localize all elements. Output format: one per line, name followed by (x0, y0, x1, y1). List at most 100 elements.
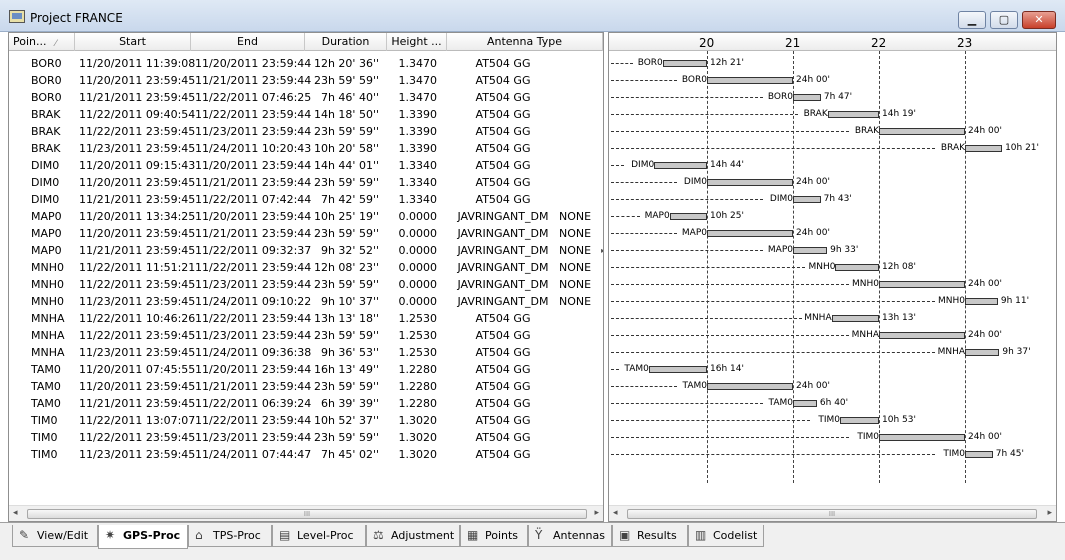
cell-radome: NONE (559, 210, 592, 223)
table-row[interactable]: TAM0 11/20/2011 07:45:55 11/20/2011 23:59:… (9, 361, 599, 378)
table-row[interactable]: DIM0 11/20/2011 23:59:45 11/21/2011 23:59:… (9, 174, 599, 191)
timeline-session-bar[interactable] (835, 264, 879, 271)
scroll-right-arrow-icon[interactable]: ▸ (594, 508, 599, 518)
tab-codelist[interactable]: ▥ Codelist (688, 525, 764, 547)
timeline-session-bar[interactable] (831, 315, 879, 322)
timeline-point-label: MNH0 (938, 296, 965, 306)
timeline-session-bar[interactable] (707, 77, 793, 84)
table-row[interactable]: DIM0 11/21/2011 23:59:45 11/22/2011 07:42:… (9, 191, 599, 208)
table-row[interactable]: BOR0 11/21/2011 23:59:45 11/22/2011 07:46:… (9, 89, 599, 106)
table-row[interactable]: BOR0 11/20/2011 11:39:08 11/20/2011 23:59:… (9, 55, 599, 72)
timeline-horizontal-scrollbar[interactable]: ◂ III ▸ (609, 505, 1056, 521)
maximize-button[interactable]: ▢ (990, 11, 1018, 29)
cell-height: 1.3470 (398, 74, 438, 87)
cell-radome (559, 378, 597, 395)
timeline-scroll-left-arrow-icon[interactable]: ◂ (613, 508, 618, 518)
cell-end: 11/23/2011 23:59:44 (195, 125, 312, 138)
timeline-session-bar[interactable] (879, 281, 965, 288)
timeline-day-gridline (965, 51, 966, 483)
column-header-antenna-type[interactable]: Antenna Type (447, 33, 603, 51)
table-row[interactable]: MNHA 11/22/2011 10:46:26 11/22/2011 23:59:… (9, 310, 599, 327)
timeline-session-bar[interactable] (879, 332, 965, 339)
timeline-point-label: TAM0 (624, 364, 649, 374)
table-row[interactable]: BRAK 11/22/2011 23:59:45 11/23/2011 23:59:… (9, 123, 599, 140)
cell-radome: NONE (559, 261, 592, 274)
column-header-height[interactable]: Height ... (387, 33, 447, 51)
timeline-session-bar[interactable] (793, 400, 817, 407)
table-row[interactable]: TIM0 11/23/2011 23:59:45 11/24/2011 07:44:… (9, 446, 599, 463)
cell-point: MNH0 (31, 261, 64, 274)
table-row[interactable]: MNH0 11/23/2011 23:59:45 11/24/2011 09:10:… (9, 293, 599, 310)
timeline-point-label: DIM0 (683, 177, 707, 187)
timeline-session-bar[interactable] (840, 417, 879, 424)
cell-end: 11/20/2011 23:59:44 (195, 210, 312, 223)
timeline-session-bar[interactable] (793, 94, 821, 101)
timeline-session-bar[interactable] (827, 111, 879, 118)
timeline-session-bar[interactable] (793, 196, 821, 203)
table-row[interactable]: MAP0 11/21/2011 23:59:45 11/22/2011 09:32:… (9, 242, 599, 259)
timeline-session-bar[interactable] (965, 145, 1003, 152)
timeline-scrollbar-thumb[interactable]: III (627, 509, 1037, 519)
table-row[interactable]: BRAK 11/23/2011 23:59:45 11/24/2011 10:20:… (9, 140, 599, 157)
timeline-session-bar[interactable] (879, 434, 965, 441)
timeline-session-bar[interactable] (965, 451, 993, 458)
timeline-session-bar[interactable] (965, 349, 1000, 356)
table-row[interactable]: MAP0 11/20/2011 13:34:25 11/20/2011 23:59:… (9, 208, 599, 225)
cell-start: 11/22/2011 11:51:21 (79, 261, 196, 274)
table-row[interactable]: MNH0 11/22/2011 23:59:45 11/23/2011 23:59:… (9, 276, 599, 293)
tab-results[interactable]: ▣ Results (612, 525, 688, 547)
tab-tps-proc[interactable]: ⌂ TPS-Proc (188, 525, 272, 547)
table-row[interactable]: MNHA 11/22/2011 23:59:45 11/23/2011 23:59:… (9, 327, 599, 344)
cell-antenna-type: AT504 GG (475, 431, 531, 444)
table-horizontal-scrollbar[interactable]: ◂ III ▸ (9, 505, 603, 521)
scroll-left-arrow-icon[interactable]: ◂ (13, 508, 18, 518)
column-header-duration[interactable]: Duration (305, 33, 387, 51)
tab-level-proc[interactable]: ▤ Level-Proc (272, 525, 366, 547)
column-header-point[interactable]: Poin... ⁄ (9, 33, 75, 51)
timeline-session-bar[interactable] (879, 128, 965, 135)
timeline-session-bar[interactable] (965, 298, 998, 305)
table-row[interactable]: DIM0 11/20/2011 09:15:43 11/20/2011 23:59:… (9, 157, 599, 174)
tab-antennas[interactable]: Ÿ Antennas (528, 525, 612, 547)
minimize-button[interactable]: ▁ (958, 11, 986, 29)
cell-duration: 12h 08' 23'' (313, 261, 379, 274)
close-button[interactable]: ✕ (1022, 11, 1056, 29)
table-row[interactable]: MNH0 11/22/2011 11:51:21 11/22/2011 23:59:… (9, 259, 599, 276)
cell-height: 1.3020 (398, 414, 438, 427)
timeline-session-bar[interactable] (793, 247, 828, 254)
table-row[interactable]: MNHA 11/23/2011 23:59:45 11/24/2011 09:36:… (9, 344, 599, 361)
timeline-baseline (611, 148, 935, 149)
table-row[interactable]: TAM0 11/20/2011 23:59:45 11/21/2011 23:59:… (9, 378, 599, 395)
tab-gps-proc[interactable]: ✷ GPS-Proc (98, 525, 188, 549)
timeline-session-bar[interactable] (707, 230, 793, 237)
table-row[interactable]: TIM0 11/22/2011 23:59:45 11/23/2011 23:59:… (9, 429, 599, 446)
timeline-session-bar[interactable] (648, 366, 707, 373)
tab-points[interactable]: ▦ Points (460, 525, 528, 547)
column-header-end[interactable]: End (191, 33, 305, 51)
timeline-session-bar[interactable] (707, 179, 793, 186)
table-row[interactable]: BOR0 11/20/2011 23:59:45 11/21/2011 23:59:… (9, 72, 599, 89)
table-row[interactable]: BRAK 11/22/2011 09:40:54 11/22/2011 23:59:… (9, 106, 599, 123)
timeline-point-label: TAM0 (768, 398, 793, 408)
timeline-session-bar[interactable] (662, 60, 707, 67)
cell-duration: 7h 46' 40'' (320, 91, 379, 104)
tab-adjustment[interactable]: ⚖ Adjustment (366, 525, 460, 547)
timeline-point-label: DIM0 (631, 160, 655, 170)
cell-duration: 12h 20' 36'' (313, 57, 379, 70)
scrollbar-thumb[interactable]: III (27, 509, 587, 519)
timeline-session-bar[interactable] (654, 162, 707, 169)
timeline-session-bar[interactable] (707, 383, 793, 390)
timeline-scroll-right-arrow-icon[interactable]: ▸ (1047, 508, 1052, 518)
table-row[interactable]: TAM0 11/21/2011 23:59:45 11/22/2011 06:39:… (9, 395, 599, 412)
tab-view-edit[interactable]: ✎ View/Edit (12, 525, 98, 547)
timeline-baseline (611, 182, 677, 183)
points-icon: ▦ (467, 528, 479, 542)
cell-point: MNH0 (31, 295, 64, 308)
timeline-point-label: MAP0 (767, 245, 793, 255)
cell-antenna-type: AT504 GG (475, 176, 531, 189)
timeline-session-bar[interactable] (669, 213, 707, 220)
cell-start: 11/22/2011 10:46:26 (79, 312, 196, 325)
column-header-start[interactable]: Start (75, 33, 191, 51)
table-row[interactable]: TIM0 11/22/2011 13:07:07 11/22/2011 23:59:… (9, 412, 599, 429)
table-row[interactable]: MAP0 11/20/2011 23:59:45 11/21/2011 23:59:… (9, 225, 599, 242)
